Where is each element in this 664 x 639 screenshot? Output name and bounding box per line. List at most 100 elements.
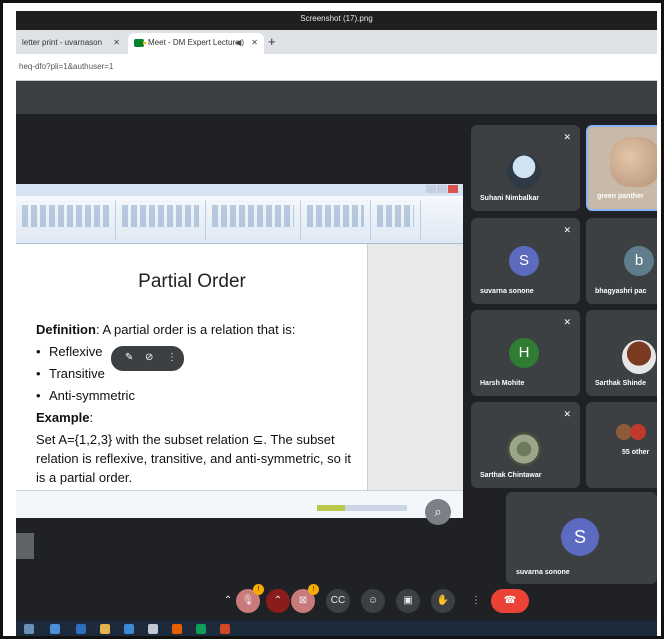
- task-view-icon[interactable]: [76, 624, 86, 634]
- windows-start-icon[interactable]: [24, 624, 34, 634]
- self-view-tile[interactable]: S suvarna sonone: [506, 492, 657, 584]
- close-icon[interactable]: ✕: [113, 38, 120, 47]
- store-icon[interactable]: [148, 624, 158, 634]
- avatar: b: [624, 246, 654, 276]
- ppt-status-bar: [16, 490, 463, 518]
- participant-name: green panther: [597, 193, 644, 200]
- avatar: [507, 155, 541, 189]
- participant-name: Sarthak Chintawar: [480, 472, 542, 479]
- participant-name: bhagyashri pac: [595, 288, 647, 295]
- chevron-up-icon[interactable]: ⌃: [266, 589, 290, 613]
- participant-name: 55 other: [622, 449, 650, 456]
- present-icon[interactable]: ▣: [396, 589, 420, 613]
- emoji-icon[interactable]: ☺: [361, 589, 385, 613]
- bullet-transitive: Transitive: [36, 363, 362, 385]
- ribbon-group-font: [16, 200, 116, 240]
- raise-hand-icon[interactable]: ✋: [431, 589, 455, 613]
- participant-name: suvarna sonone: [480, 288, 534, 295]
- mic-off-icon: ✕: [563, 317, 571, 327]
- participant-name: Sarthak Shinde: [595, 380, 646, 387]
- slide-panel-background: [368, 244, 463, 490]
- side-panel-tab[interactable]: [16, 533, 34, 559]
- avatar: [507, 432, 541, 466]
- tab-label: letter print - uvarnason: [22, 38, 103, 47]
- windows-taskbar: [16, 621, 657, 636]
- firefox-icon[interactable]: [172, 624, 182, 634]
- example-line: Example:: [36, 407, 362, 429]
- address-bar[interactable]: heq-dfo?pli=1&authuser=1: [16, 54, 657, 81]
- avatar: H: [509, 338, 539, 368]
- view-buttons: [317, 505, 345, 511]
- minimize-icon: [426, 185, 436, 193]
- mute-icon[interactable]: ⊘: [145, 352, 153, 363]
- close-icon[interactable]: ✕: [251, 38, 258, 47]
- screenshot-frame: Screenshot (17).png letter print - uvarn…: [0, 0, 664, 639]
- mic-icon[interactable]: 🎙!: [236, 584, 264, 613]
- participant-name: Harsh Mohite: [480, 380, 525, 387]
- leave-call-icon[interactable]: ☎: [491, 589, 529, 613]
- participant-tile[interactable]: ✕ H Harsh Mohite: [471, 310, 580, 396]
- new-tab-button[interactable]: +: [268, 34, 276, 49]
- example-colon: :: [89, 410, 94, 425]
- zoom-icon[interactable]: ⌕: [425, 499, 451, 525]
- self-name: suvarna sonone: [516, 569, 570, 576]
- ribbon-group-drawing: [206, 200, 301, 240]
- ribbon-group-styles: [301, 200, 371, 240]
- participant-tile[interactable]: ✕ S suvarna sonone: [471, 218, 580, 304]
- meet-top-bar: [16, 81, 657, 114]
- font-tools-icon: [22, 205, 109, 227]
- browser-tab-letter-print[interactable]: letter print - uvarnason ✕: [16, 33, 126, 54]
- more-icon[interactable]: ⋮: [167, 352, 177, 363]
- bullet-antisymmetric: Anti-symmetric: [36, 385, 362, 407]
- call-controls: ⌃ 🎙! ⌃ ⊠! CC ☺ ▣ ✋ ⋮ ☎: [216, 584, 546, 618]
- mail-icon[interactable]: [124, 624, 134, 634]
- browser-tab-meet[interactable]: Meet - DM Expert Lecture ◀) ✕: [128, 33, 264, 54]
- slide-title: Partial Order: [138, 271, 246, 292]
- definition-text: : A partial order is a relation that is:: [95, 322, 296, 337]
- ppt-ribbon-tabs: [16, 184, 463, 196]
- speaker-icon[interactable]: ◀): [235, 38, 244, 47]
- search-icon[interactable]: [50, 624, 60, 634]
- warning-badge: !: [253, 584, 264, 595]
- desktop-screenshot: Screenshot (17).png letter print - uvarn…: [16, 11, 657, 636]
- participant-name: Suhani Nimbalkar: [480, 195, 540, 202]
- participant-tile[interactable]: ✕ Sarthak Chintawar: [471, 402, 580, 488]
- pin-icon[interactable]: ✎: [125, 352, 133, 363]
- participant-tile[interactable]: Sarthak Shinde: [586, 310, 657, 396]
- paragraph-tools-icon: [122, 205, 199, 227]
- camera-off-icon[interactable]: ⊠!: [291, 584, 319, 613]
- presentation-hover-toolbar[interactable]: ✎ ⊘ ⋮: [111, 346, 184, 371]
- slide-body: Definition: A partial order is a relatio…: [36, 319, 362, 487]
- shape-styles-icon: [307, 205, 364, 227]
- powerpoint-icon[interactable]: [220, 624, 230, 634]
- participant-tile[interactable]: ✕ Suhani Nimbalkar: [471, 125, 580, 211]
- captions-icon[interactable]: CC: [326, 589, 350, 613]
- meet-icon: [134, 39, 147, 47]
- example-label: Example: [36, 410, 90, 425]
- window-title-bar: Screenshot (17).png: [16, 11, 657, 30]
- slide: Partial Order Definition: A partial orde…: [16, 244, 368, 490]
- maximize-icon: [437, 185, 447, 193]
- video-feed: [610, 137, 657, 187]
- shared-screen-presentation: Partial Order Definition: A partial orde…: [16, 184, 463, 518]
- avatar: [630, 424, 646, 440]
- window-controls: [425, 185, 461, 194]
- mic-off-icon: ✕: [563, 225, 571, 235]
- bullet-reflexive: Reflexive: [36, 341, 362, 363]
- participant-tile[interactable]: b bhagyashri pac: [586, 218, 657, 304]
- example-text: Set A={1,2,3} with the subset relation ⊆…: [36, 432, 351, 485]
- ribbon-group-paragraph: [116, 200, 206, 240]
- file-explorer-icon[interactable]: [100, 624, 110, 634]
- avatar: [622, 340, 656, 374]
- definition-line: Definition: A partial order is a relatio…: [36, 319, 362, 341]
- tab-label: Meet - DM Expert Lecture: [148, 38, 240, 47]
- avatar: S: [561, 518, 599, 556]
- participant-tile-others[interactable]: 55 other: [586, 402, 657, 488]
- more-icon[interactable]: ⋮: [464, 589, 488, 613]
- chrome-icon[interactable]: [196, 624, 206, 634]
- ribbon-group-editing: [371, 200, 421, 240]
- participant-tile-video[interactable]: green panther: [586, 125, 657, 211]
- definition-label: Definition: [36, 322, 96, 337]
- warning-badge: !: [308, 584, 319, 595]
- mic-off-icon: ✕: [563, 409, 571, 419]
